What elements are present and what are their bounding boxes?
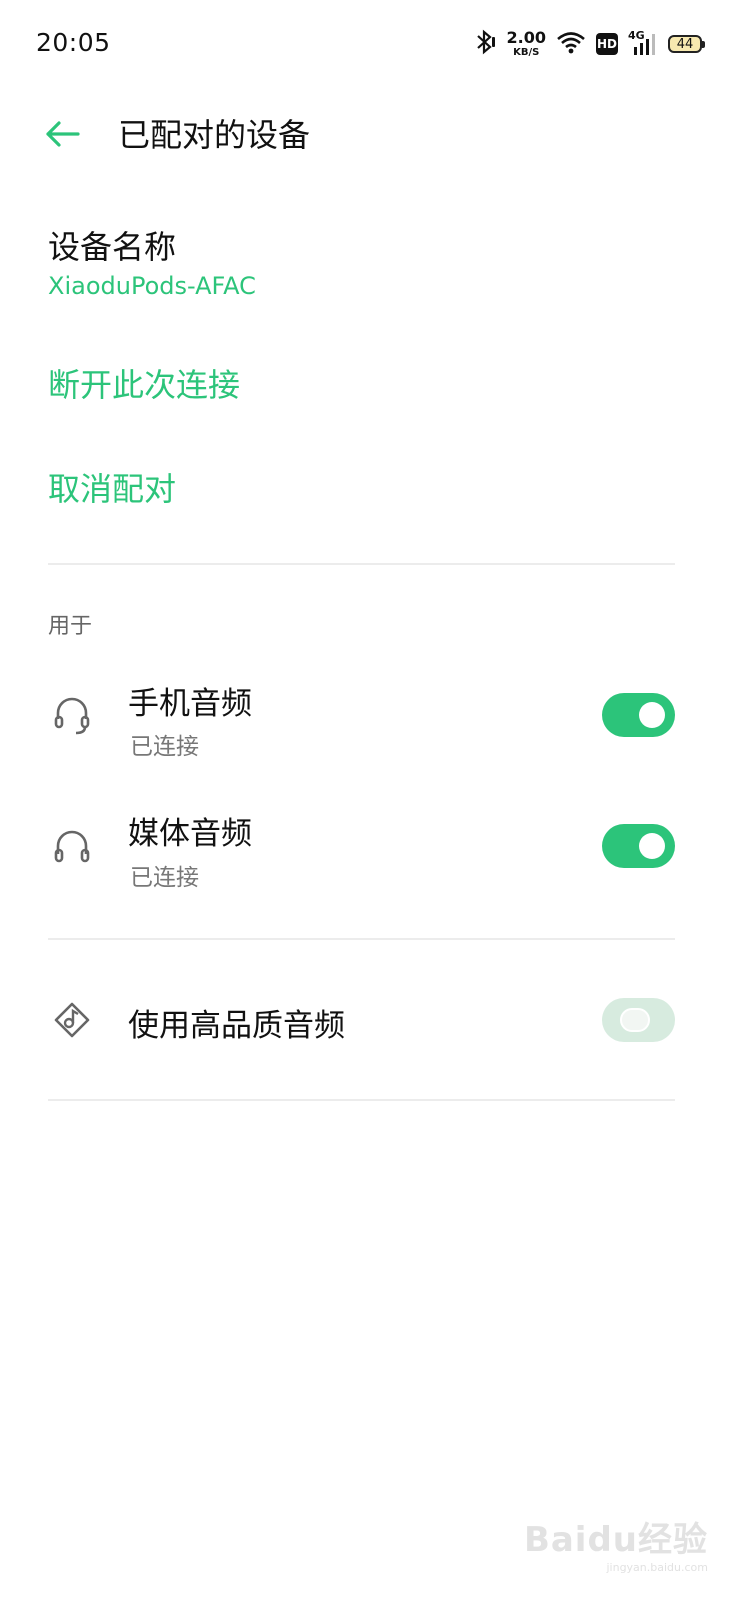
page-title: 已配对的设备: [118, 116, 311, 154]
headset-mic-icon: [50, 693, 94, 737]
hq-audio-toggle[interactable]: [602, 998, 675, 1042]
speed-value: 2.00: [506, 28, 546, 47]
media-audio-title: 媒体音频: [128, 816, 252, 852]
headphones-icon: [50, 824, 94, 868]
media-audio-toggle[interactable]: [602, 824, 675, 868]
back-button[interactable]: [32, 112, 92, 160]
toggle-knob: [639, 702, 665, 728]
media-audio-status: 已连接: [130, 865, 199, 891]
divider: [48, 1099, 675, 1101]
disconnect-button[interactable]: 断开此次连接: [48, 360, 240, 406]
toggle-knob: [620, 1008, 650, 1032]
divider: [48, 563, 675, 565]
status-icons: 2.00 KB/S HD 4G 44: [473, 26, 705, 62]
toggle-knob: [639, 833, 665, 859]
battery-indicator: 44: [668, 35, 705, 53]
network-speed: 2.00 KB/S: [507, 30, 546, 58]
speed-unit: KB/S: [513, 47, 540, 58]
hq-audio-title: 使用高品质音频: [128, 1008, 345, 1044]
unpair-button[interactable]: 取消配对: [48, 464, 176, 510]
phone-audio-status: 已连接: [130, 734, 199, 760]
music-note-diamond-icon: [50, 998, 94, 1042]
divider: [48, 938, 675, 940]
section-title: 用于: [48, 614, 93, 639]
hd-badge: HD: [596, 33, 618, 55]
signal-icon: 4G: [628, 29, 658, 57]
status-time: 20:05: [36, 28, 111, 57]
device-name-label: 设备名称: [48, 228, 177, 266]
watermark-sub: jingyan.baidu.com: [606, 1561, 708, 1574]
bluetooth-icon: [473, 29, 497, 59]
wifi-icon: [556, 30, 586, 58]
baidu-watermark: Baidu经验 jingyan.baidu.com: [524, 1512, 708, 1574]
device-name-value[interactable]: XiaoduPods-AFAC: [48, 272, 256, 300]
phone-audio-toggle[interactable]: [602, 693, 675, 737]
watermark-text: Baidu经验: [523, 1520, 708, 1560]
arrow-left-icon: [42, 119, 82, 153]
phone-audio-title: 手机音频: [128, 686, 252, 722]
